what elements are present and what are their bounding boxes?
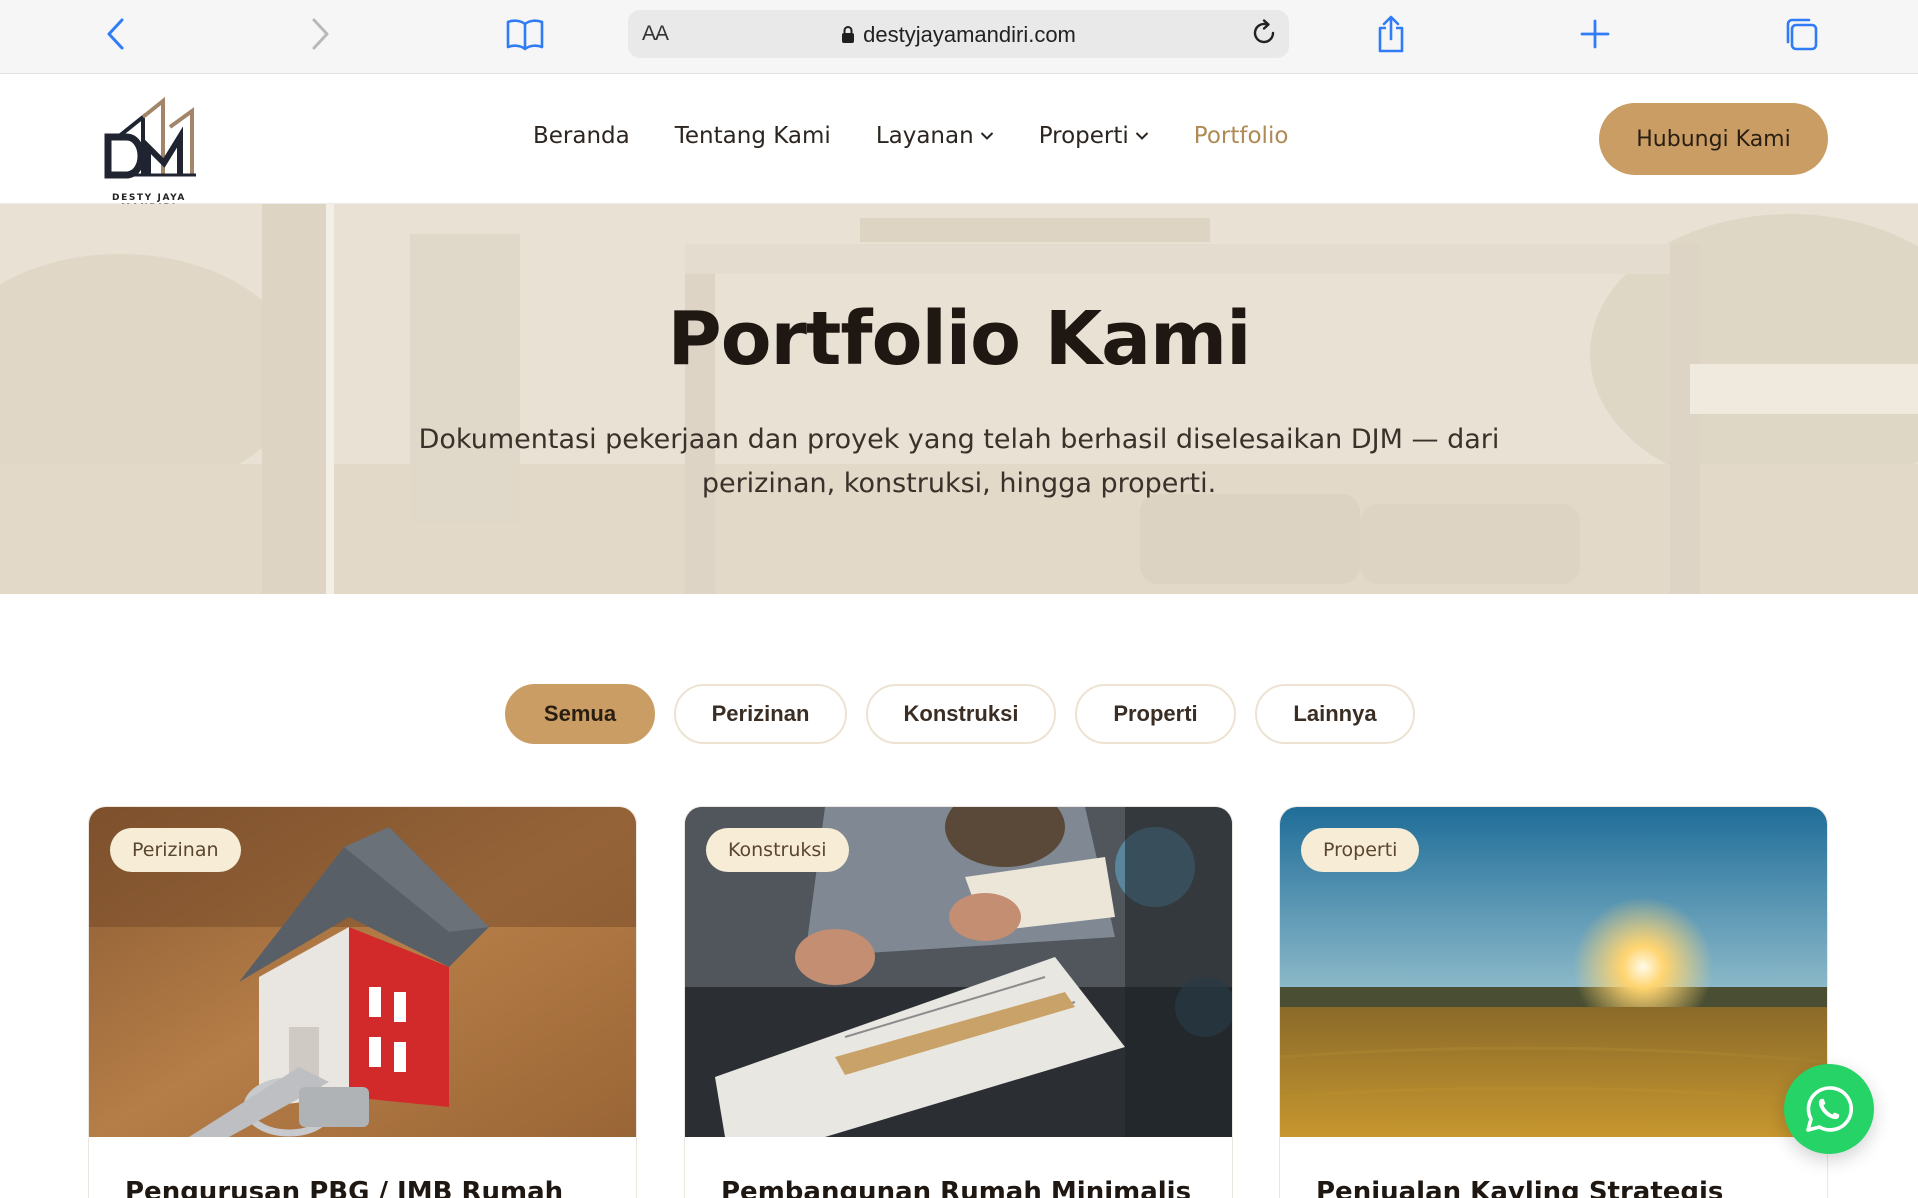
card-title: Pengurusan PBG / IMB Rumah xyxy=(125,1177,564,1198)
reload-button[interactable] xyxy=(1249,18,1279,48)
site-header: DESTY JAYA MANDIRI Beranda Tentang Kami … xyxy=(0,75,1918,213)
book-icon xyxy=(506,19,544,51)
contact-us-label: Hubungi Kami xyxy=(1636,126,1791,152)
chevron-left-icon xyxy=(107,18,124,50)
nav-beranda[interactable]: Beranda xyxy=(533,123,630,149)
portfolio-card[interactable]: Konstruksi Pembangunan Rumah Minimalis xyxy=(684,806,1233,1198)
nav-layanan-label: Layanan xyxy=(875,123,974,149)
chevron-right-icon xyxy=(312,18,329,50)
url-text: destyjayamandiri.com xyxy=(863,22,1076,47)
whatsapp-chat-button[interactable] xyxy=(1784,1064,1874,1154)
card-category-tag: Properti xyxy=(1301,828,1420,872)
forward-button[interactable] xyxy=(298,12,342,56)
share-icon xyxy=(1378,15,1404,53)
nav-layanan[interactable]: Layanan xyxy=(876,123,994,149)
card-category-tag: Konstruksi xyxy=(706,828,849,872)
address-bar[interactable]: AA destyjayamandiri.com xyxy=(628,10,1289,58)
filter-konstruksi[interactable]: Konstruksi xyxy=(866,684,1056,744)
tabs-icon xyxy=(1786,18,1818,51)
nav-portfolio[interactable]: Portfolio xyxy=(1194,123,1289,149)
card-title: Pembangunan Rumah Minimalis xyxy=(721,1177,1192,1198)
hero-section: Portfolio Kami Dokumentasi pekerjaan dan… xyxy=(0,204,1918,594)
portfolio-filter-bar: Semua Perizinan Konstruksi Properti Lain… xyxy=(505,684,1415,744)
lock-icon xyxy=(842,26,855,43)
djm-logo-mark xyxy=(104,96,196,179)
portfolio-card[interactable]: Properti Penjualan Kavling Strategis xyxy=(1279,806,1828,1198)
whatsapp-icon xyxy=(1806,1086,1854,1132)
filter-lainnya[interactable]: Lainnya xyxy=(1255,684,1415,744)
share-button[interactable] xyxy=(1369,12,1413,56)
filter-semua[interactable]: Semua xyxy=(505,684,655,744)
nav-properti-label: Properti xyxy=(1038,123,1129,149)
plus-icon xyxy=(1580,19,1610,49)
url-display[interactable]: destyjayamandiri.com xyxy=(628,22,1289,48)
nav-properti[interactable]: Properti xyxy=(1039,123,1149,149)
portfolio-card[interactable]: Perizinan Pengurusan PBG / IMB Rumah xyxy=(88,806,637,1198)
back-button[interactable] xyxy=(94,12,138,56)
bookmarks-button[interactable] xyxy=(503,12,547,56)
page-subtitle: Dokumentasi pekerjaan dan proyek yang te… xyxy=(418,424,1500,499)
chevron-down-icon xyxy=(980,132,993,140)
reload-icon xyxy=(1253,19,1275,44)
nav-beranda-label: Beranda xyxy=(533,123,630,149)
card-title: Penjualan Kavling Strategis xyxy=(1316,1177,1724,1198)
nav-portfolio-label: Portfolio xyxy=(1193,123,1289,149)
filter-perizinan[interactable]: Perizinan xyxy=(674,684,847,744)
browser-toolbar: AA destyjayamandiri.com xyxy=(0,0,1918,74)
main-nav: Beranda Tentang Kami Layanan Properti Po… xyxy=(533,123,1333,149)
contact-us-button[interactable]: Hubungi Kami xyxy=(1599,103,1828,175)
site-logo[interactable]: DESTY JAYA MANDIRI xyxy=(88,96,210,213)
nav-tentang-kami-label: Tentang Kami xyxy=(674,123,831,149)
chevron-down-icon xyxy=(1135,132,1149,140)
tabs-overview-button[interactable] xyxy=(1779,12,1823,56)
card-category-tag: Perizinan xyxy=(110,828,241,872)
nav-tentang-kami[interactable]: Tentang Kami xyxy=(675,123,831,149)
page-title: Portfolio Kami xyxy=(667,296,1251,382)
filter-properti[interactable]: Properti xyxy=(1075,684,1236,744)
hero-background-image xyxy=(0,204,1918,594)
new-tab-button[interactable] xyxy=(1573,12,1617,56)
